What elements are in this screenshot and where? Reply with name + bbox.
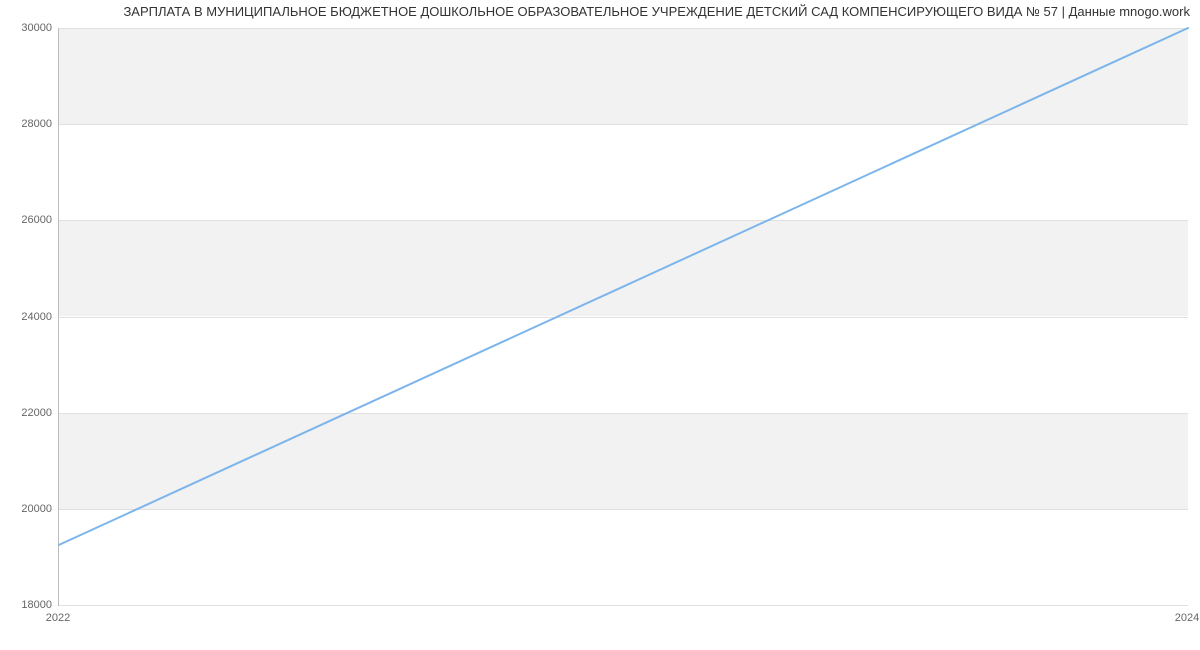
y-axis-tick-label: 30000 [4,22,52,34]
plot-area [58,28,1188,606]
y-axis-tick-label: 20000 [4,503,52,515]
y-axis-tick-label: 28000 [4,118,52,130]
data-series-line [59,28,1188,545]
y-axis-tick-label: 26000 [4,214,52,226]
y-axis-tick-label: 18000 [4,599,52,611]
y-axis-tick-label: 22000 [4,407,52,419]
chart-container: ЗАРПЛАТА В МУНИЦИПАЛЬНОЕ БЮДЖЕТНОЕ ДОШКО… [0,0,1200,650]
x-axis-tick-label: 2024 [1175,612,1199,624]
line-layer [59,28,1188,605]
y-axis-tick-label: 24000 [4,311,52,323]
chart-title: ЗАРПЛАТА В МУНИЦИПАЛЬНОЕ БЮДЖЕТНОЕ ДОШКО… [10,4,1190,19]
x-axis-tick-label: 2022 [46,612,70,624]
grid-line [59,605,1188,606]
